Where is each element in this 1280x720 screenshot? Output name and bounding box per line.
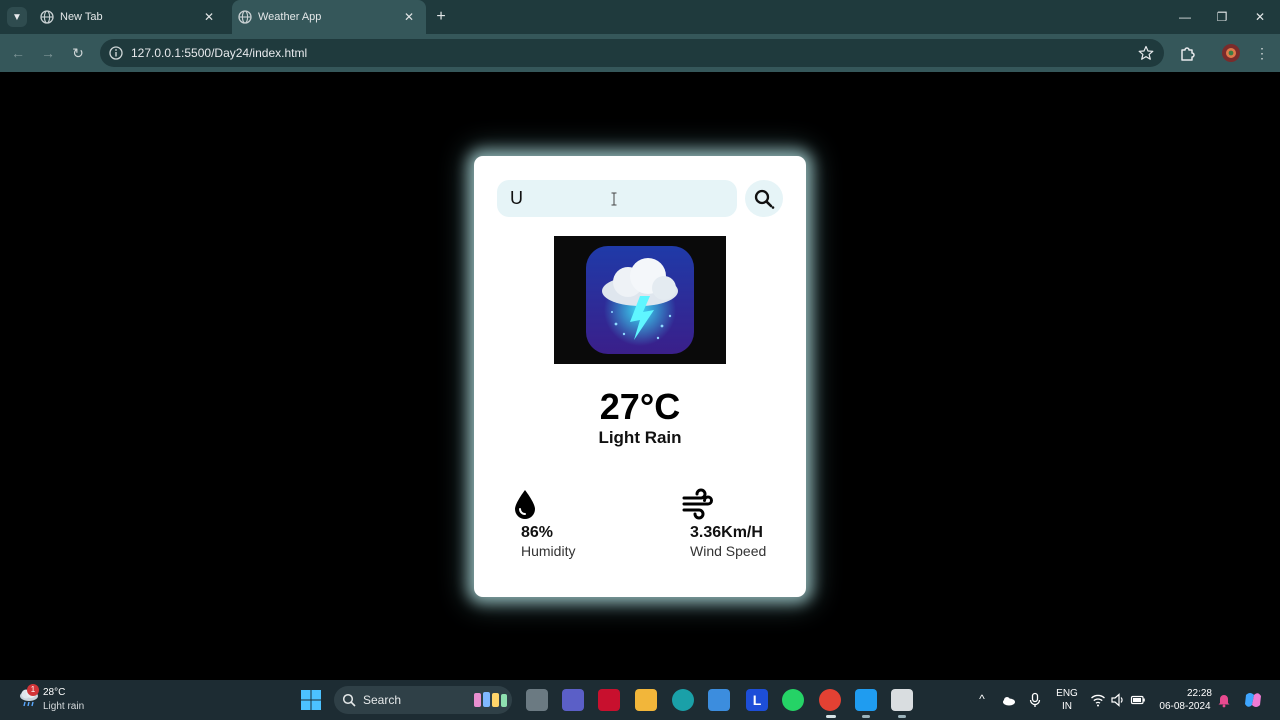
weather-condition-text: Light Rain <box>598 428 682 447</box>
restore-icon: ❐ <box>1216 10 1228 24</box>
bookmark-star-icon[interactable] <box>1138 45 1154 61</box>
battery-icon[interactable] <box>1130 692 1146 708</box>
whatsapp-icon[interactable] <box>782 689 804 711</box>
browser-tab-bar: ▼ New Tab ✕ Weather App ✕ + — ❐ ✕ <box>0 0 1280 34</box>
l-letter-icon: L <box>752 692 762 708</box>
volume-icon[interactable] <box>1110 692 1126 708</box>
file-explorer-icon[interactable] <box>635 689 657 711</box>
close-icon[interactable]: ✕ <box>402 10 416 24</box>
tab-weather-app[interactable]: Weather App ✕ <box>232 0 426 34</box>
chrome-icon[interactable] <box>819 689 841 711</box>
minimize-icon: — <box>1179 10 1191 24</box>
copilot-icon[interactable] <box>1242 689 1264 711</box>
address-bar[interactable]: 127.0.0.1:5500/Day24/index.html <box>100 39 1164 67</box>
taskbar-temperature: 28°C <box>43 687 66 698</box>
arrow-right-icon: → <box>41 45 55 61</box>
vscode-icon[interactable] <box>855 689 877 711</box>
globe-icon <box>238 10 252 24</box>
windows-start-icon[interactable] <box>300 689 322 711</box>
clock-time: 22:28 <box>1186 688 1212 699</box>
browser-toolbar: ← → ↻ 127.0.0.1:5500/Day24/index.html ⋮ <box>0 34 1280 72</box>
close-icon: ✕ <box>1254 10 1266 24</box>
info-icon[interactable] <box>109 46 123 60</box>
clock-date: 06-08-2024 <box>1159 701 1211 712</box>
extensions-icon[interactable] <box>1178 43 1198 63</box>
thunderstorm-icon <box>586 246 694 354</box>
region-code: IN <box>1062 701 1072 712</box>
humidity-label: Humidity <box>521 543 576 559</box>
notification-badge: 1 <box>27 684 39 696</box>
search-button[interactable] <box>745 180 783 217</box>
city-search-input[interactable] <box>497 180 737 217</box>
plus-icon: + <box>436 8 446 25</box>
arrow-left-icon: ← <box>11 45 25 61</box>
system-clock[interactable]: 22:28 06-08-2024 <box>1154 688 1216 712</box>
microphone-icon[interactable] <box>1027 692 1043 708</box>
chevron-up-icon[interactable]: ^ <box>974 692 990 708</box>
wind-icon <box>682 488 713 520</box>
restore-button[interactable]: ❐ <box>1213 8 1231 26</box>
mcafee-icon[interactable] <box>598 689 620 711</box>
new-tab-button[interactable]: + <box>432 8 450 26</box>
weather-card: 27°C Light Rain 86% Humidity 3.36Km/H Wi… <box>474 156 806 597</box>
search-icon <box>342 693 356 707</box>
taskbar-weather-desc: Light rain <box>43 701 85 712</box>
language-indicator[interactable]: ENG IN <box>1054 688 1080 712</box>
water-drop-icon <box>515 490 535 519</box>
running-app-indicator <box>898 715 906 718</box>
url-text[interactable]: 127.0.0.1:5500/Day24/index.html <box>131 46 307 60</box>
active-app-indicator <box>826 715 836 718</box>
globe-icon <box>40 10 54 24</box>
language-code: ENG <box>1056 688 1078 699</box>
onedrive-icon[interactable] <box>1000 692 1016 708</box>
back-button[interactable]: ← <box>8 43 28 63</box>
profile-avatar-icon[interactable] <box>1221 43 1241 63</box>
tab-new-tab[interactable]: New Tab ✕ <box>34 0 226 34</box>
taskbar-search-label: Search <box>363 693 402 707</box>
temperature-value: 27°C <box>599 386 681 427</box>
tab-title: Weather App <box>258 11 322 23</box>
search-highlight-icon <box>474 692 507 707</box>
l-app-icon[interactable]: L <box>746 689 768 711</box>
reload-icon: ↻ <box>72 45 84 61</box>
humidity-value: 86% <box>521 524 554 541</box>
snipping-tool-icon[interactable] <box>891 689 913 711</box>
notification-bell-icon[interactable] <box>1216 692 1232 708</box>
running-app-indicator <box>862 715 870 718</box>
wind-speed-label: Wind Speed <box>690 543 767 559</box>
wind-speed-value: 3.36Km/H <box>690 524 763 541</box>
chevron-down-icon: ▼ <box>12 11 22 23</box>
more-vertical-icon: ⋮ <box>1255 45 1269 61</box>
edge-icon[interactable] <box>672 689 694 711</box>
reload-button[interactable]: ↻ <box>68 43 88 63</box>
forward-button[interactable]: → <box>38 43 58 63</box>
taskbar: 1 28°C Light rain Search L ^ ENG IN 22:2… <box>0 680 1280 720</box>
minimize-button[interactable]: — <box>1176 8 1194 26</box>
taskbar-search-box[interactable]: Search <box>334 686 512 714</box>
task-view-icon[interactable] <box>526 689 548 711</box>
microsoft-store-icon[interactable] <box>708 689 730 711</box>
close-window-button[interactable]: ✕ <box>1251 8 1269 26</box>
weather-condition-image <box>554 236 726 364</box>
tab-search-menu-button[interactable]: ▼ <box>7 7 27 27</box>
search-icon <box>754 189 775 209</box>
teams-icon[interactable] <box>562 689 584 711</box>
more-menu-button[interactable]: ⋮ <box>1252 43 1272 63</box>
wifi-icon[interactable] <box>1090 692 1106 708</box>
tab-title: New Tab <box>60 11 103 23</box>
close-icon[interactable]: ✕ <box>202 10 216 24</box>
